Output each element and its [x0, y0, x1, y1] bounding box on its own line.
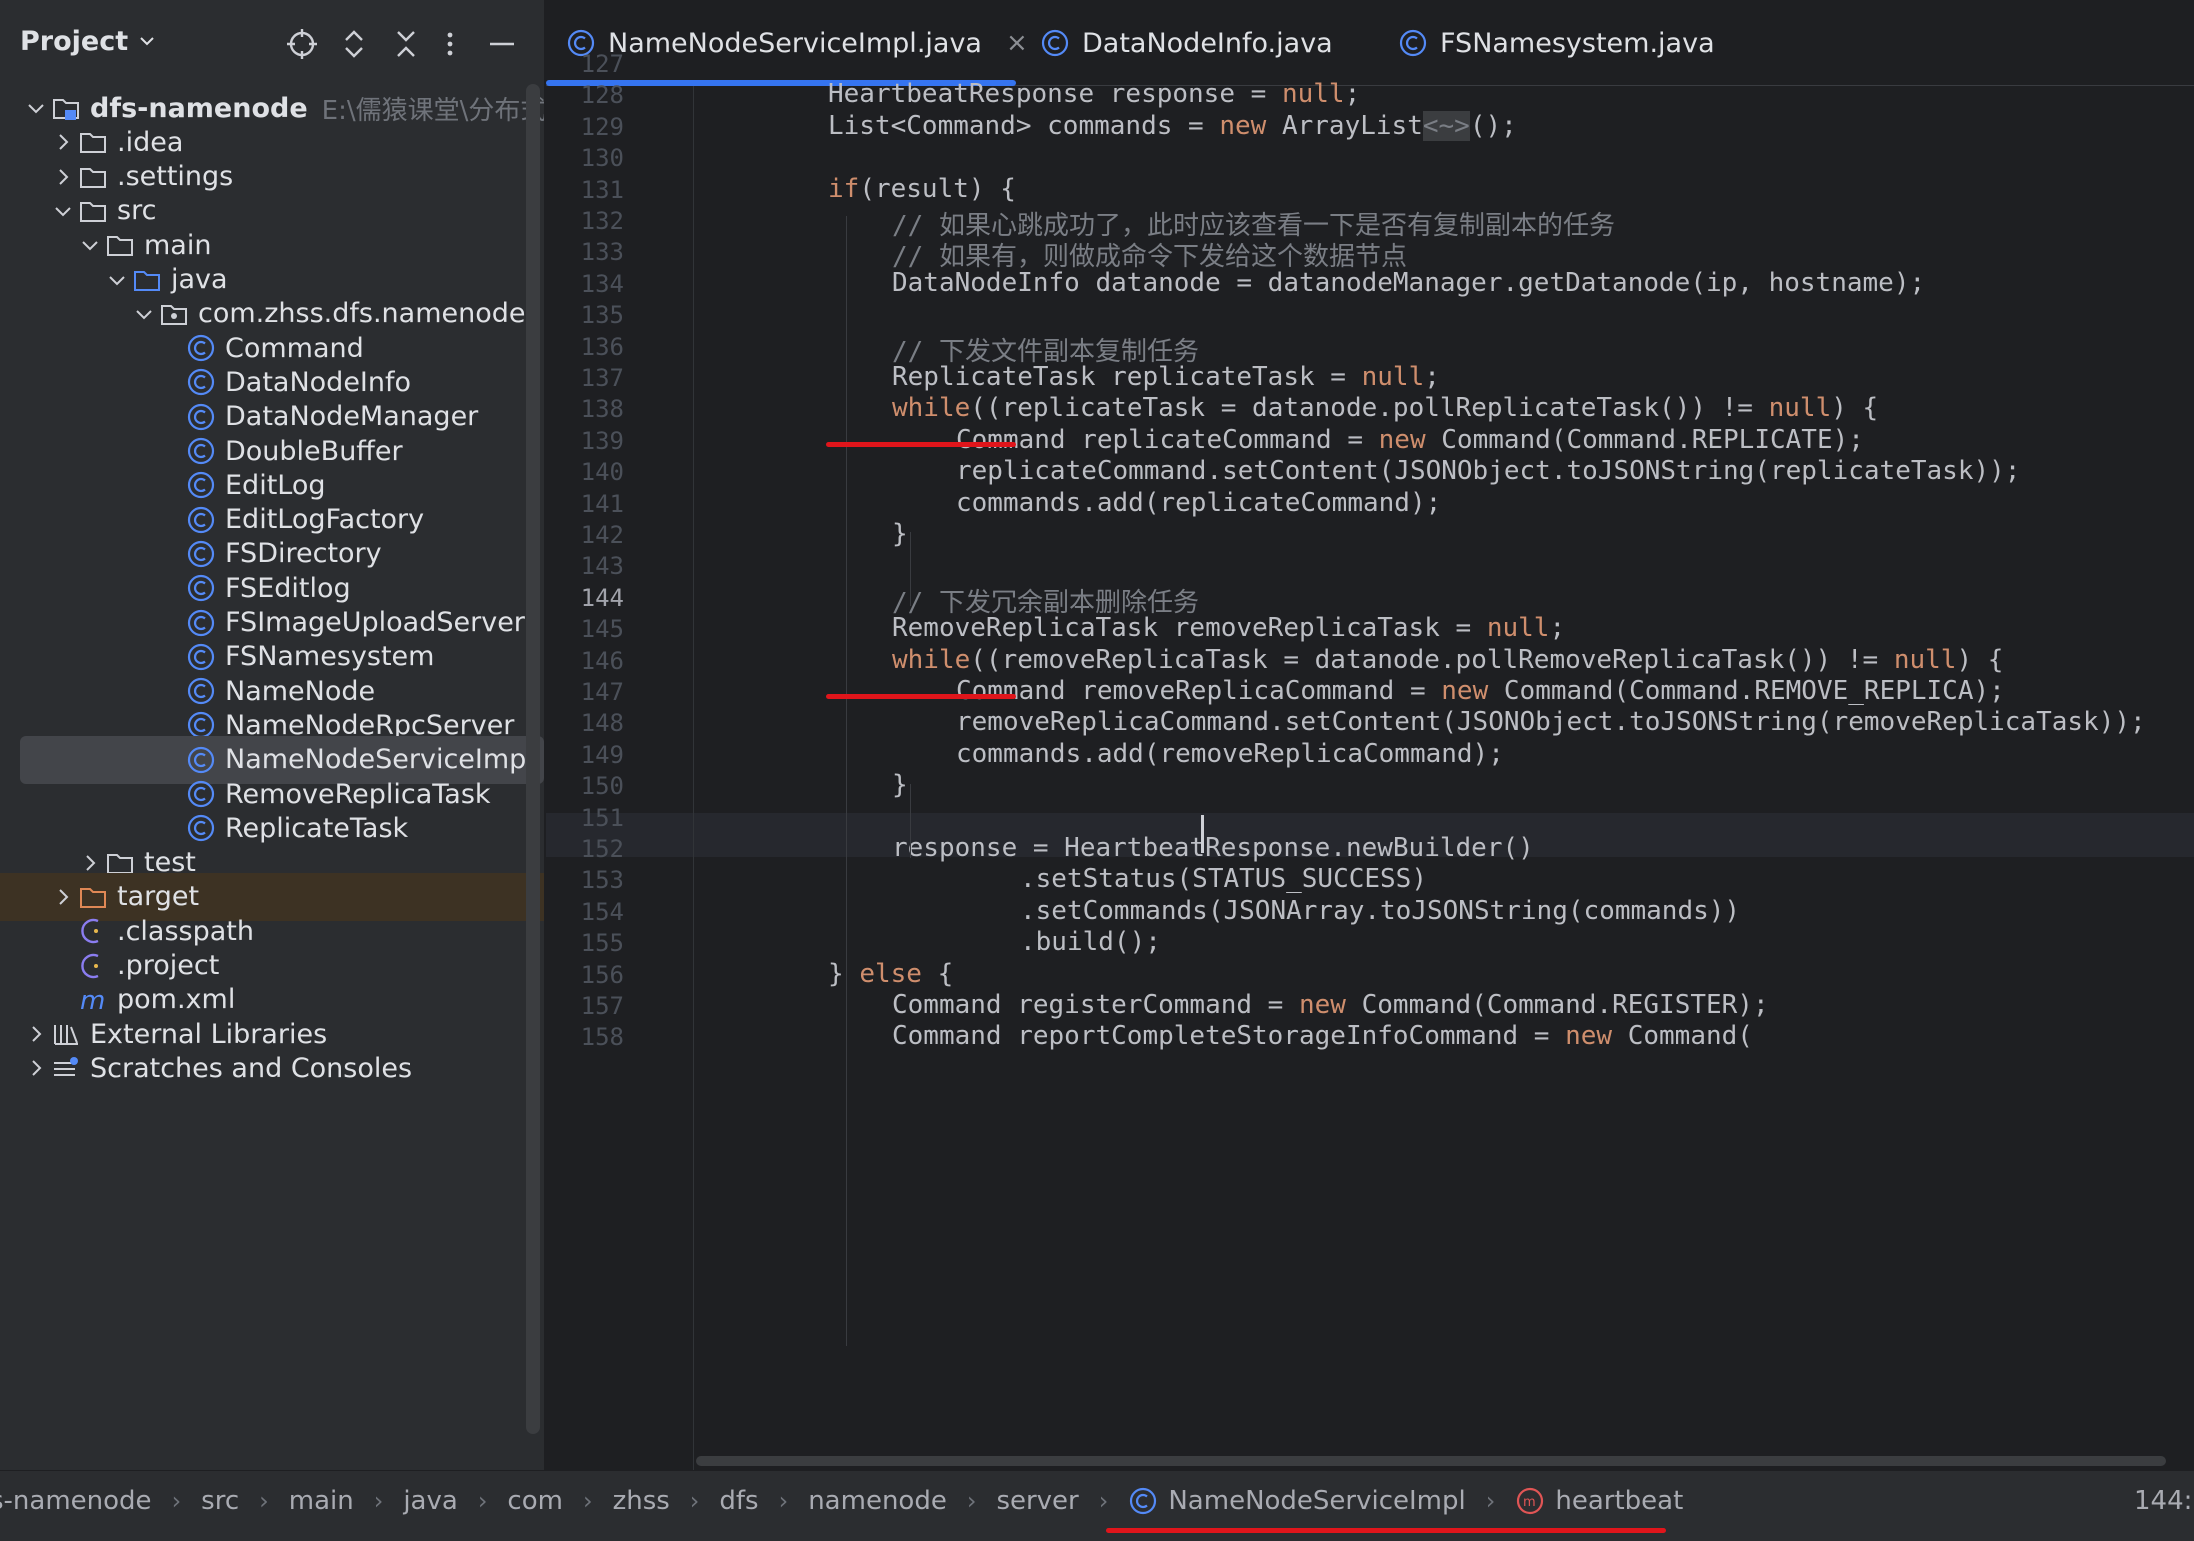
- breadcrumb-item[interactable]: main: [289, 1486, 354, 1516]
- code-line[interactable]: Command reportCompleteStorageInfoCommand…: [892, 1021, 1753, 1051]
- code-line[interactable]: replicateCommand.setContent(JSONObject.t…: [956, 456, 2020, 486]
- code-line[interactable]: removeReplicaCommand.setContent(JSONObje…: [956, 707, 2146, 737]
- locate-file-icon[interactable]: [284, 26, 320, 62]
- breadcrumb-separator: ›: [1098, 1487, 1109, 1515]
- project-panel-header: Project: [0, 0, 544, 86]
- annotation-underline: [826, 694, 1016, 699]
- code-line[interactable]: }: [892, 770, 908, 800]
- close-tab-icon[interactable]: ×: [1006, 28, 1028, 58]
- code-line[interactable]: .setCommands(JSONArray.toJSONString(comm…: [1020, 896, 1740, 926]
- editor-tab-bar: NameNodeServiceImpl.java × DataNodeInfo.…: [546, 0, 2194, 86]
- class-icon: [1040, 28, 1070, 58]
- breadcrumb-label: server: [996, 1486, 1079, 1516]
- project-tool-window: Project dfs-namenodeE:\儒猿课堂\分布式文.idea.se…: [0, 0, 544, 1470]
- tree-item[interactable]: Scratches and Consoles: [0, 1044, 544, 1092]
- code-line[interactable]: .setStatus(STATUS_SUCCESS): [1020, 864, 1427, 894]
- method-icon: m: [1515, 1486, 1545, 1516]
- code-line[interactable]: RemoveReplicaTask removeReplicaTask = nu…: [892, 613, 1565, 643]
- breadcrumb-item[interactable]: dfs: [719, 1486, 758, 1516]
- breadcrumb-separator: ›: [477, 1487, 488, 1515]
- cursor-position[interactable]: 144:2: [2134, 1471, 2194, 1531]
- text-caret: [1201, 815, 1204, 853]
- breadcrumb-item[interactable]: m heartbeat: [1515, 1486, 1683, 1516]
- project-view-selector[interactable]: Project: [20, 26, 156, 57]
- code-area[interactable]: HeartbeatResponse response = null; List<C…: [546, 79, 2194, 1470]
- code-line[interactable]: Command registerCommand = new Command(Co…: [892, 990, 1769, 1020]
- breadcrumb-item[interactable]: java: [403, 1486, 457, 1516]
- breadcrumb-item[interactable]: zhss: [613, 1486, 670, 1516]
- breadcrumb-label: java: [403, 1486, 458, 1516]
- hide-panel-icon[interactable]: [484, 26, 520, 62]
- breadcrumb-label: zhss: [612, 1486, 670, 1516]
- indent-guide: [846, 216, 847, 1346]
- line-number: 127: [580, 50, 624, 78]
- code-line[interactable]: if(result) {: [828, 174, 1016, 204]
- tab-fsnamesystem[interactable]: FSNamesystem.java: [1398, 0, 1715, 86]
- breadcrumb-label: namenode: [808, 1486, 947, 1516]
- tab-label: DataNodeInfo.java: [1082, 27, 1333, 59]
- breadcrumb-separator: ›: [582, 1487, 593, 1515]
- breadcrumb-separator: ›: [259, 1487, 269, 1515]
- tab-namenodeserviceimpl[interactable]: NameNodeServiceImpl.java ×: [566, 0, 1028, 86]
- code-line[interactable]: Command replicateCommand = new Command(C…: [956, 425, 1864, 455]
- tab-label: NameNodeServiceImpl.java: [608, 27, 982, 59]
- annotation-underline: [1106, 1528, 1666, 1533]
- code-line[interactable]: ReplicateTask replicateTask = null;: [892, 362, 1440, 392]
- breadcrumb-label: NameNodeServiceImpl: [1168, 1486, 1466, 1516]
- class-icon: [1128, 1486, 1158, 1516]
- breadcrumb-separator: ›: [778, 1487, 789, 1515]
- breadcrumb-separator: ›: [1485, 1487, 1496, 1515]
- code-line[interactable]: HeartbeatResponse response = null;: [828, 79, 1360, 109]
- code-line[interactable]: while((replicateTask = datanode.pollRepl…: [892, 393, 1878, 423]
- breadcrumb-item[interactable]: server: [996, 1486, 1078, 1516]
- indent-guide: [910, 784, 911, 858]
- breadcrumb-separator: ›: [966, 1487, 977, 1515]
- svg-text:m: m: [1523, 1495, 1536, 1510]
- breadcrumb-item[interactable]: src: [201, 1486, 239, 1516]
- breadcrumb-separator: ›: [171, 1487, 182, 1515]
- code-line[interactable]: Command removeReplicaCommand = new Comma…: [956, 676, 2005, 706]
- breadcrumb-separator: ›: [689, 1487, 700, 1515]
- tab-label: FSNamesystem.java: [1440, 27, 1715, 59]
- code-line[interactable]: commands.add(replicateCommand);: [956, 488, 1441, 518]
- code-line[interactable]: DataNodeInfo datanode = datanodeManager.…: [892, 268, 1925, 298]
- breadcrumb-item[interactable]: com: [507, 1486, 563, 1516]
- code-line[interactable]: .build();: [1020, 927, 1161, 957]
- breadcrumb-label: heartbeat: [1555, 1486, 1684, 1516]
- chevron-down-icon: [138, 26, 156, 57]
- horizontal-scrollbar[interactable]: [696, 1456, 2166, 1466]
- breadcrumb-separator: ›: [373, 1487, 384, 1515]
- project-scrollbar[interactable]: [526, 84, 540, 1434]
- status-bar: s-namenode › src › main › java › com › zhss › dfs › na…: [0, 1470, 2194, 1541]
- more-options-icon[interactable]: [432, 26, 468, 62]
- annotation-underline: [826, 442, 1016, 447]
- project-title: Project: [20, 26, 129, 57]
- breadcrumb-label: s-namenode: [0, 1486, 152, 1516]
- breadcrumb-label: src: [201, 1486, 240, 1516]
- breadcrumb-item[interactable]: namenode: [808, 1486, 947, 1516]
- expand-all-icon[interactable]: [336, 26, 372, 62]
- breadcrumb-label: dfs: [719, 1486, 759, 1516]
- breadcrumb-item[interactable]: s-namenode: [0, 1486, 152, 1516]
- collapse-all-icon[interactable]: [388, 26, 424, 62]
- code-line[interactable]: while((removeReplicaTask = datanode.poll…: [892, 645, 2003, 675]
- code-line[interactable]: }: [892, 519, 908, 549]
- indent-guide: [910, 532, 911, 606]
- code-line[interactable]: List<Command> commands = new ArrayList<~…: [828, 110, 1517, 141]
- breadcrumb-item[interactable]: NameNodeServiceImpl: [1128, 1486, 1466, 1516]
- class-icon: [1398, 28, 1428, 58]
- breadcrumb-label: main: [288, 1486, 354, 1516]
- code-line[interactable]: commands.add(removeReplicaCommand);: [956, 739, 1504, 769]
- breadcrumb: s-namenode › src › main › java › com › zhss › dfs › na…: [0, 1471, 1683, 1531]
- tab-datanodeinfo[interactable]: DataNodeInfo.java: [1040, 0, 1333, 86]
- code-line[interactable]: response = HeartbeatResponse.newBuilder(…: [892, 833, 1534, 863]
- chevron-right-icon[interactable]: [22, 1054, 50, 1082]
- breadcrumb-label: com: [507, 1486, 563, 1516]
- code-editor: NameNodeServiceImpl.java × DataNodeInfo.…: [546, 0, 2194, 1470]
- scratches-icon: [50, 1052, 82, 1084]
- tree-item-label: Scratches and Consoles: [90, 1052, 413, 1084]
